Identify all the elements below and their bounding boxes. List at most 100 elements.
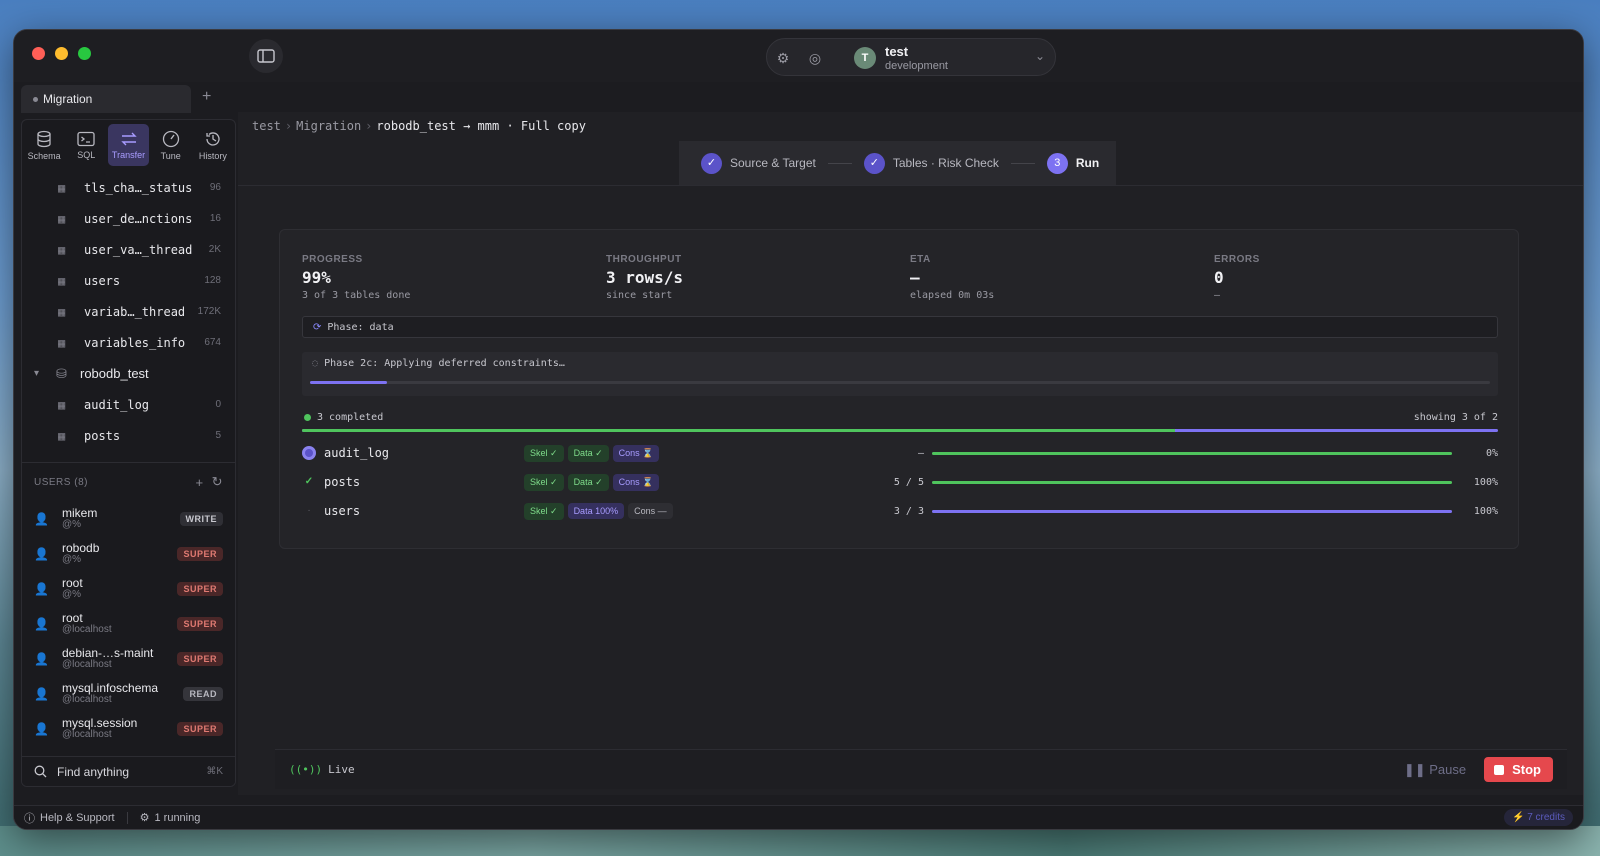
target-icon[interactable]: ◎ xyxy=(807,50,823,66)
close-window-button[interactable] xyxy=(32,47,45,60)
refresh-icon[interactable]: ↻ xyxy=(212,474,223,490)
help-support-link[interactable]: Help & Support xyxy=(40,812,115,824)
main-panel: test › Migration › robodb_test → mmm · Full … xyxy=(238,112,1583,795)
job-row[interactable]: audit_log Skel ✓ Data ✓ Cons ⌛ — 0% xyxy=(302,442,1498,464)
user-name: robodb xyxy=(62,540,100,555)
step-run[interactable]: 3 Run xyxy=(1046,152,1099,174)
role-badge: SUPER xyxy=(177,651,223,666)
job-progress-track xyxy=(932,480,1452,484)
user-host: @% xyxy=(62,518,82,530)
mode-history[interactable]: History xyxy=(193,124,233,166)
job-progress-fill xyxy=(932,509,1452,513)
users-count: (8) xyxy=(74,476,88,488)
row-count: 5 xyxy=(215,430,221,441)
user-host: @localhost xyxy=(62,623,112,635)
overall-progress-fill xyxy=(302,429,1176,432)
gears-icon: ⚙ xyxy=(139,812,150,824)
table-icon: ▦ xyxy=(58,211,66,226)
stage-chip: Skel ✓ xyxy=(524,444,564,462)
check-icon: ✓ xyxy=(701,152,722,174)
table-icon: ▦ xyxy=(58,180,66,195)
check-icon: ✓ xyxy=(304,476,314,487)
row-count: 96 xyxy=(209,182,221,193)
person-icon: 👤 xyxy=(34,511,49,526)
stage-chip: Skel ✓ xyxy=(524,473,564,491)
database-icon xyxy=(37,130,51,147)
role-badge: SUPER xyxy=(177,581,223,596)
chevron-down-icon[interactable]: ▾ xyxy=(34,368,48,379)
sidebar-toggle-button[interactable] xyxy=(249,39,283,73)
job-row[interactable]: ✓ posts Skel ✓ Data ✓ Cons ⌛ 5 / 5 100% xyxy=(302,471,1498,493)
user-item[interactable]: 👤 debian-…s-maint @localhost SUPER xyxy=(22,641,235,676)
job-row-count: 3 / 3 xyxy=(893,505,924,517)
broadcast-icon: ((•)) xyxy=(289,763,323,776)
database-item[interactable]: ▾ ⛁ robodb_test xyxy=(22,358,235,389)
table-icon: ▦ xyxy=(58,304,66,319)
connection-switcher[interactable]: ⚙ ◎ T test development ⌄ xyxy=(766,38,1056,76)
completed-header: 3 completed showing 3 of 2 xyxy=(304,412,1498,423)
mode-label: Transfer xyxy=(111,149,146,160)
mode-tune[interactable]: Tune xyxy=(151,124,191,166)
history-icon xyxy=(206,131,220,146)
find-anything-bar[interactable]: Find anything ⌘K xyxy=(22,756,235,786)
user-item[interactable]: 👤 mysql.infoschema @localhost READ xyxy=(22,676,235,711)
tab-bar: Migration + xyxy=(14,82,1583,113)
stage-chip: Cons — xyxy=(628,503,673,519)
row-count: 2K xyxy=(208,244,221,255)
breadcrumb-root[interactable]: test xyxy=(252,119,281,133)
add-tab-button[interactable]: + xyxy=(202,88,211,106)
table-item[interactable]: ▦ posts 5 xyxy=(22,420,235,451)
connection-name: test xyxy=(885,44,909,59)
running-status-icon xyxy=(302,446,316,460)
search-input[interactable]: Find anything xyxy=(57,765,129,779)
step-source-target[interactable]: ✓ Source & Target xyxy=(701,152,816,174)
table-item[interactable]: ▦ tls_cha…_status 96 xyxy=(22,172,235,203)
zoom-window-button[interactable] xyxy=(78,47,91,60)
role-badge: WRITE xyxy=(179,511,223,526)
running-count[interactable]: 1 running xyxy=(154,812,200,824)
gear-icon[interactable]: ⚙ xyxy=(775,50,791,66)
user-item[interactable]: 👤 root @% SUPER xyxy=(22,571,235,606)
user-item[interactable]: 👤 mysql.session @localhost SUPER xyxy=(22,711,235,746)
mode-transfer[interactable]: Transfer xyxy=(108,124,149,166)
mode-sql[interactable]: SQL xyxy=(66,124,106,166)
person-icon: 👤 xyxy=(34,721,49,736)
chevron-down-icon: ⌄ xyxy=(1034,49,1045,63)
user-name: debian-…s-maint xyxy=(62,645,154,660)
table-icon: ▦ xyxy=(58,242,66,257)
user-name: root xyxy=(62,610,83,625)
user-item[interactable]: 👤 robodb @% SUPER xyxy=(22,536,235,571)
table-item[interactable]: ▦ variables_info 674 xyxy=(22,327,235,358)
help-icon: ⓘ xyxy=(24,812,35,825)
user-host: @% xyxy=(62,553,82,565)
stop-button[interactable]: Stop xyxy=(1484,757,1553,782)
job-row[interactable]: · users Skel ✓ Data 100% Cons — 3 / 3 100% xyxy=(302,500,1498,522)
table-item[interactable]: ▦ user_de…nctions 16 xyxy=(22,203,235,234)
role-badge: SUPER xyxy=(177,546,223,561)
job-table-name: posts xyxy=(324,475,361,489)
user-host: @localhost xyxy=(62,693,112,705)
stat-progress: PROGRESS 99% 3 of 3 tables done xyxy=(302,254,411,301)
table-item[interactable]: ▦ users 128 xyxy=(22,265,235,296)
breadcrumb-section[interactable]: Migration xyxy=(296,119,361,133)
user-item[interactable]: 👤 mikem @% WRITE xyxy=(22,501,235,536)
stage-chip: Data ✓ xyxy=(567,444,609,462)
mode-switcher: Schema SQL Transfer Tune History xyxy=(22,120,235,172)
role-badge: SUPER xyxy=(177,721,223,736)
table-item[interactable]: ▦ audit_log 0 xyxy=(22,389,235,420)
step-tables-risk-check[interactable]: ✓ Tables · Risk Check xyxy=(863,152,999,174)
pause-button[interactable]: ❚❚ Pause xyxy=(1404,762,1466,778)
table-item[interactable]: ▦ user_va…_thread 2K xyxy=(22,234,235,265)
row-count: 128 xyxy=(204,275,221,286)
credits-badge[interactable]: ⚡ 7 credits xyxy=(1503,809,1573,826)
add-user-button[interactable]: + xyxy=(196,475,204,490)
minimize-window-button[interactable] xyxy=(55,47,68,60)
user-item[interactable]: 👤 root @localhost SUPER xyxy=(22,606,235,641)
stage-chip: Data 100% xyxy=(567,503,625,519)
user-text: root @% xyxy=(62,577,177,601)
row-count: 674 xyxy=(204,337,221,348)
table-item[interactable]: ▦ variab…_thread 172K xyxy=(22,296,235,327)
tab-migration[interactable]: Migration xyxy=(21,85,191,113)
mode-schema[interactable]: Schema xyxy=(24,124,64,166)
user-host: @localhost xyxy=(62,658,112,670)
